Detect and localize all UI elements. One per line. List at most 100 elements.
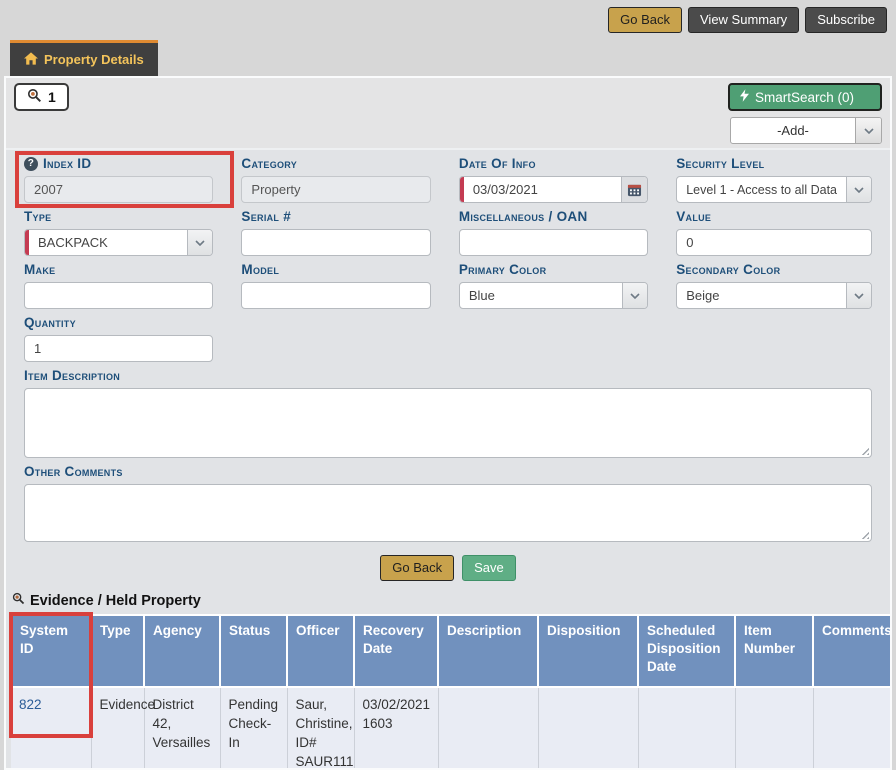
col-recovery-date[interactable]: Recovery Date bbox=[354, 615, 438, 687]
security-level-value: Level 1 - Access to all Data bbox=[677, 183, 846, 197]
form-actions: Go Back Save bbox=[6, 555, 890, 581]
field-category: Category bbox=[241, 156, 430, 203]
cell-scheduled-disposition-date bbox=[638, 687, 735, 770]
field-secondary-color: Secondary Color Beige bbox=[676, 262, 872, 309]
add-dropdown[interactable]: -Add- bbox=[730, 117, 882, 144]
field-type: Type BACKPACK bbox=[24, 209, 213, 256]
col-agency[interactable]: Agency bbox=[144, 615, 220, 687]
cell-system-id: 822 bbox=[11, 687, 91, 770]
category-label: Category bbox=[241, 156, 430, 172]
field-value: Value bbox=[676, 209, 872, 256]
evidence-title: Evidence / Held Property bbox=[30, 593, 201, 609]
cell-description bbox=[438, 687, 538, 770]
date-of-info-label: Date Of Info bbox=[459, 156, 648, 172]
col-item-number[interactable]: Item Number bbox=[735, 615, 813, 687]
help-icon[interactable]: ? bbox=[24, 157, 38, 171]
value-input[interactable] bbox=[677, 230, 871, 255]
col-system-id[interactable]: System ID bbox=[11, 615, 91, 687]
top-action-bar: Go Back View Summary Subscribe bbox=[0, 0, 896, 40]
record-count-button[interactable]: 1 bbox=[14, 83, 69, 111]
col-status[interactable]: Status bbox=[220, 615, 287, 687]
type-select[interactable]: BACKPACK bbox=[24, 229, 213, 256]
chevron-down-icon[interactable] bbox=[855, 118, 881, 143]
view-summary-button[interactable]: View Summary bbox=[688, 7, 799, 33]
chevron-down-icon[interactable] bbox=[846, 283, 871, 308]
field-model: Model bbox=[241, 262, 430, 309]
field-make: Make bbox=[24, 262, 213, 309]
field-index-id: ? Index ID bbox=[24, 156, 213, 203]
quantity-input[interactable] bbox=[25, 336, 212, 361]
col-comments[interactable]: Comments bbox=[813, 615, 892, 687]
go-back-button-top[interactable]: Go Back bbox=[608, 7, 682, 33]
col-description[interactable]: Description bbox=[438, 615, 538, 687]
cell-type: Evidence bbox=[91, 687, 144, 770]
cell-comments bbox=[813, 687, 892, 770]
home-icon bbox=[24, 52, 38, 68]
other-comments-textarea[interactable] bbox=[24, 484, 872, 542]
serial-input[interactable] bbox=[242, 230, 429, 255]
magnifier-icon bbox=[12, 592, 25, 609]
primary-color-label: Primary Color bbox=[459, 262, 648, 278]
subscribe-button[interactable]: Subscribe bbox=[805, 7, 887, 33]
type-value: BACKPACK bbox=[25, 235, 187, 250]
serial-label: Serial # bbox=[241, 209, 430, 225]
calendar-icon[interactable] bbox=[621, 177, 647, 202]
cell-disposition bbox=[538, 687, 638, 770]
cell-recovery-date: 03/02/2021 1603 bbox=[354, 687, 438, 770]
evidence-table-wrap: System ID Type Agency Status Officer Rec… bbox=[10, 614, 892, 770]
record-count: 1 bbox=[48, 89, 56, 105]
field-other-comments: Other Comments bbox=[24, 464, 872, 542]
table-row: 822 Evidence District 42, Versailles Pen… bbox=[11, 687, 892, 770]
index-id-input[interactable] bbox=[25, 177, 212, 202]
panel-toolbar: 1 SmartSearch (0) -Add- bbox=[6, 78, 890, 150]
model-input[interactable] bbox=[242, 283, 429, 308]
col-disposition[interactable]: Disposition bbox=[538, 615, 638, 687]
item-description-label: Item Description bbox=[24, 368, 872, 384]
add-dropdown-value: -Add- bbox=[731, 123, 855, 138]
magnifier-icon bbox=[27, 88, 42, 106]
misc-oan-input[interactable] bbox=[460, 230, 647, 255]
primary-color-value: Blue bbox=[460, 288, 622, 303]
system-id-link[interactable]: 822 bbox=[19, 697, 42, 712]
toolbar-right: SmartSearch (0) -Add- bbox=[728, 83, 882, 144]
chevron-down-icon[interactable] bbox=[846, 177, 871, 202]
col-type[interactable]: Type bbox=[91, 615, 144, 687]
date-of-info-input[interactable] bbox=[460, 177, 621, 202]
chevron-down-icon[interactable] bbox=[187, 230, 212, 255]
cell-agency: District 42, Versailles bbox=[144, 687, 220, 770]
tab-property-details[interactable]: Property Details bbox=[10, 40, 158, 76]
save-button[interactable]: Save bbox=[462, 555, 516, 581]
col-officer[interactable]: Officer bbox=[287, 615, 354, 687]
secondary-color-value: Beige bbox=[677, 288, 846, 303]
make-input[interactable] bbox=[25, 283, 212, 308]
go-back-button[interactable]: Go Back bbox=[380, 555, 454, 581]
field-date-of-info: Date Of Info bbox=[459, 156, 648, 203]
value-label: Value bbox=[676, 209, 872, 225]
field-serial: Serial # bbox=[241, 209, 430, 256]
smartsearch-button[interactable]: SmartSearch (0) bbox=[728, 83, 882, 111]
lightning-bolt-icon bbox=[740, 89, 749, 105]
security-level-select[interactable]: Level 1 - Access to all Data bbox=[676, 176, 872, 203]
col-scheduled-disposition-date[interactable]: Scheduled Disposition Date bbox=[638, 615, 735, 687]
category-input[interactable] bbox=[242, 177, 429, 202]
evidence-section: Evidence / Held Property System ID Type … bbox=[6, 592, 890, 770]
evidence-table: System ID Type Agency Status Officer Rec… bbox=[10, 614, 892, 770]
index-id-label: Index ID bbox=[43, 156, 91, 172]
field-misc-oan: Miscellaneous / OAN bbox=[459, 209, 648, 256]
secondary-color-label: Secondary Color bbox=[676, 262, 872, 278]
tab-strip: Property Details bbox=[0, 40, 896, 76]
item-description-textarea[interactable] bbox=[24, 388, 872, 458]
property-form: ? Index ID Category Date Of Info Securit… bbox=[6, 150, 890, 548]
field-item-description: Item Description bbox=[24, 368, 872, 458]
chevron-down-icon[interactable] bbox=[622, 283, 647, 308]
cell-item-number bbox=[735, 687, 813, 770]
primary-color-select[interactable]: Blue bbox=[459, 282, 648, 309]
cell-officer: Saur, Christine, ID# SAUR111 bbox=[287, 687, 354, 770]
misc-oan-label: Miscellaneous / OAN bbox=[459, 209, 648, 225]
field-security-level: Security Level Level 1 - Access to all D… bbox=[676, 156, 872, 203]
secondary-color-select[interactable]: Beige bbox=[676, 282, 872, 309]
main-panel: 1 SmartSearch (0) -Add- ? bbox=[4, 76, 892, 770]
tab-label: Property Details bbox=[44, 52, 144, 67]
table-header-row: System ID Type Agency Status Officer Rec… bbox=[11, 615, 892, 687]
field-quantity: Quantity bbox=[24, 315, 213, 362]
